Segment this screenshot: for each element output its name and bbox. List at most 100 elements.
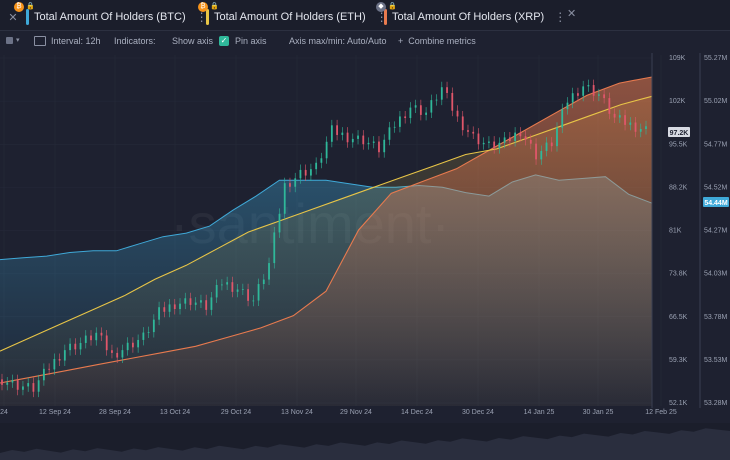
y-right-tick-label: 55.02M bbox=[704, 98, 728, 105]
price-candle bbox=[446, 87, 448, 93]
price-candle bbox=[330, 125, 333, 142]
series-color-marker bbox=[384, 9, 387, 25]
price-candle bbox=[556, 127, 558, 147]
price-candle bbox=[519, 132, 522, 137]
tab-eth-holders[interactable]: ₿ 🔒 Total Amount Of Holders (ETH) ⋮ bbox=[196, 2, 388, 28]
left-value-axis: 109K 102K 95.5K 88.2K 81K 73.8K 66.5K 59.3K 52.1… bbox=[669, 55, 688, 407]
y-left-tick-label: 95.5K bbox=[669, 141, 688, 148]
price-candle bbox=[561, 109, 564, 128]
price-candle bbox=[488, 141, 490, 143]
price-candle bbox=[42, 368, 45, 381]
price-candle bbox=[147, 332, 150, 333]
price-candle bbox=[341, 132, 344, 135]
price-candle bbox=[383, 139, 386, 153]
tab-label: Total Amount Of Holders (ETH) bbox=[214, 11, 366, 23]
price-candle bbox=[529, 139, 532, 144]
price-candle bbox=[111, 350, 113, 353]
axis-maxmin-selector[interactable]: Axis max/min: Auto/Auto bbox=[289, 36, 387, 46]
y-right-tick-label: 53.53M bbox=[704, 357, 728, 364]
price-candle bbox=[95, 332, 98, 341]
plus-icon: + bbox=[398, 36, 404, 46]
price-candle bbox=[84, 335, 87, 343]
price-candle bbox=[189, 298, 192, 305]
price-candle bbox=[137, 339, 140, 348]
price-candle bbox=[451, 92, 454, 111]
x-tick-label: 30 Jan 25 bbox=[583, 409, 614, 416]
bitcoin-icon: ₿ bbox=[14, 2, 24, 12]
price-candle bbox=[179, 303, 181, 310]
price-candle bbox=[425, 112, 427, 115]
series-color-marker bbox=[26, 9, 29, 25]
price-candle bbox=[325, 141, 328, 159]
close-icon[interactable]: ✕ bbox=[567, 7, 576, 20]
price-candle bbox=[27, 383, 30, 387]
x-tick-label: 12 Feb 25 bbox=[645, 409, 677, 416]
calendar-icon bbox=[34, 36, 46, 46]
x-tick-label: 29 Nov 24 bbox=[340, 409, 372, 416]
y-right-tick-label: 55.27M bbox=[704, 55, 728, 62]
y-right-tick-label: 54.03M bbox=[704, 271, 728, 278]
price-candle bbox=[503, 137, 506, 143]
price-candle bbox=[535, 143, 537, 160]
x-tick-label: 14 Dec 24 bbox=[401, 409, 433, 416]
y-right-tick-label: 54.52M bbox=[704, 184, 728, 191]
price-candle bbox=[90, 335, 92, 341]
price-candle bbox=[252, 300, 255, 302]
select-all-checkbox[interactable]: ▾ bbox=[6, 36, 20, 44]
price-candle bbox=[105, 335, 108, 351]
price-candle bbox=[168, 304, 171, 312]
x-tick-label: 14 Jan 25 bbox=[524, 409, 555, 416]
price-candle bbox=[22, 386, 24, 390]
price-candle bbox=[388, 127, 391, 140]
price-candle bbox=[11, 380, 14, 383]
tab-btc-holders[interactable]: ₿ 🔒 ✕ Total Amount Of Holders (BTC) ⋮ bbox=[6, 2, 208, 28]
price-candle bbox=[32, 383, 35, 392]
price-candle bbox=[336, 125, 338, 135]
price-candle bbox=[210, 297, 213, 310]
show-axis-toggle[interactable]: Show axis ✓ bbox=[172, 36, 235, 46]
price-candle bbox=[603, 94, 606, 99]
x-tick-label: 12 Sep 24 bbox=[39, 409, 71, 416]
price-candle bbox=[461, 116, 464, 131]
price-candle bbox=[367, 142, 370, 145]
x-tick-label: 30 Dec 24 bbox=[462, 409, 494, 416]
price-candle bbox=[540, 150, 543, 160]
price-candle bbox=[299, 169, 302, 179]
price-candle bbox=[6, 382, 9, 385]
price-candle bbox=[173, 304, 176, 310]
price-candle bbox=[158, 307, 160, 320]
ethereum-icon: ◆ bbox=[376, 2, 386, 12]
price-candle bbox=[221, 284, 223, 286]
close-icon[interactable]: ✕ bbox=[6, 11, 20, 24]
navigator-minimap[interactable] bbox=[0, 423, 730, 460]
tab-xrp-holders[interactable]: ◆ 🔒 Total Amount Of Holders (XRP) ⋮ bbox=[374, 2, 566, 28]
tab-label: Total Amount Of Holders (XRP) bbox=[392, 11, 545, 23]
price-candle bbox=[493, 141, 496, 149]
checkmark-icon[interactable]: ✓ bbox=[219, 36, 230, 46]
price-candle bbox=[393, 126, 396, 128]
price-candle bbox=[362, 135, 365, 145]
price-candle bbox=[205, 300, 208, 310]
series-color-marker bbox=[206, 9, 209, 25]
price-candle bbox=[320, 158, 323, 163]
price-candle bbox=[163, 307, 166, 312]
price-candle bbox=[587, 85, 590, 87]
interval-selector[interactable]: Interval: 12h bbox=[34, 36, 101, 46]
bitcoin-icon: ₿ bbox=[198, 2, 208, 12]
price-candle bbox=[152, 319, 155, 333]
price-candle bbox=[634, 122, 637, 132]
price-candle bbox=[37, 380, 40, 392]
indicators-button[interactable]: Indicators: bbox=[114, 36, 156, 46]
price-candle bbox=[357, 135, 359, 139]
price-candle bbox=[592, 85, 595, 96]
y-left-tick-label: 59.3K bbox=[669, 357, 688, 364]
combine-metrics-button[interactable]: + Combine metrics bbox=[398, 36, 476, 46]
more-options-icon[interactable]: ⋮ bbox=[554, 10, 566, 24]
price-candle bbox=[100, 332, 103, 336]
price-candle bbox=[346, 132, 349, 143]
price-candle bbox=[435, 99, 438, 101]
pin-axis-toggle[interactable]: Pin axis bbox=[235, 36, 267, 46]
holders-chart[interactable]: ·santiment· 109K102K95.5K88.2K81K73.8K66… bbox=[0, 53, 730, 460]
price-candle bbox=[618, 115, 621, 118]
price-candle bbox=[419, 105, 422, 115]
